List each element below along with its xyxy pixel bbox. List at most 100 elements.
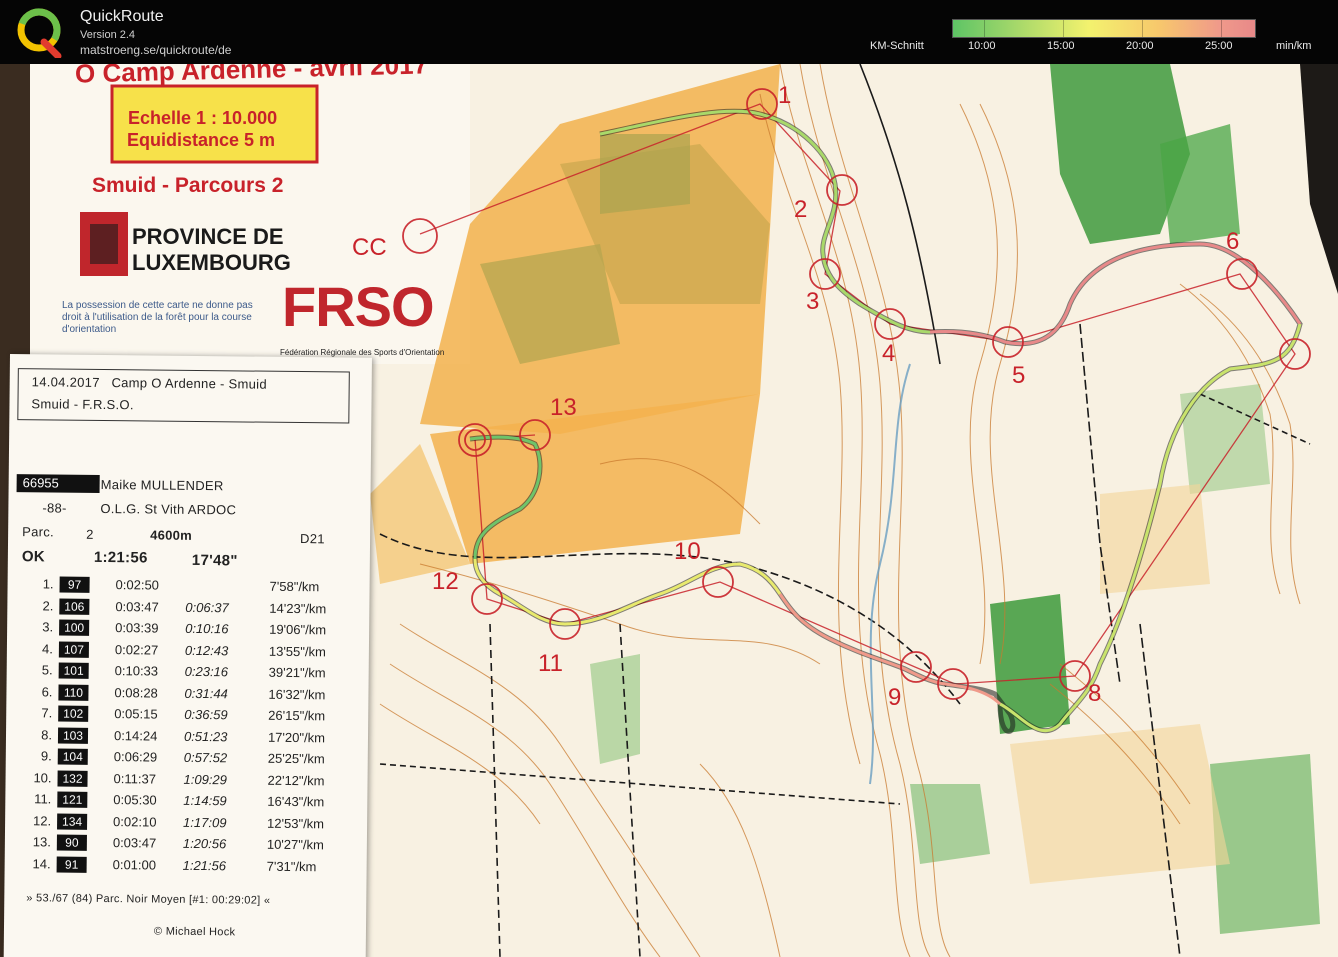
split-cumulative-time: 0:10:16 bbox=[185, 620, 229, 637]
split-cumulative-time: 0:06:37 bbox=[185, 599, 229, 615]
split-cumulative-time: 0:51:23 bbox=[183, 728, 228, 744]
split-leg-time: 0:03:47 bbox=[112, 835, 157, 851]
split-number: 13. bbox=[32, 834, 51, 850]
split-pace: 7'31"/km bbox=[266, 858, 317, 874]
pace-tick-label: 25:00 bbox=[1205, 40, 1233, 52]
split-control-code: 102 bbox=[58, 705, 89, 722]
frso-logo: FRSO bbox=[282, 275, 435, 338]
quickroute-logo-icon bbox=[17, 8, 62, 58]
split-number: 12. bbox=[32, 812, 52, 828]
split-number: 5. bbox=[41, 662, 53, 678]
split-control-code: 100 bbox=[59, 619, 90, 636]
split-control-code: 91 bbox=[56, 856, 87, 873]
pace-unit-label: min/km bbox=[1276, 40, 1312, 52]
control-number-5: 5 bbox=[1012, 362, 1026, 389]
slip-category: D21 bbox=[300, 531, 325, 547]
slip-avg-pace: 17'48" bbox=[191, 551, 238, 570]
control-number-6: 6 bbox=[1226, 228, 1240, 255]
split-pace: 14'23"/km bbox=[269, 600, 327, 616]
control-number-8: 8 bbox=[1088, 680, 1102, 707]
split-row: 12. 134 0:02:10 1:17:09 12'53"/km bbox=[5, 812, 355, 834]
split-cumulative-time: 0:57:52 bbox=[183, 749, 228, 766]
split-leg-time: 0:02:27 bbox=[114, 641, 159, 658]
orienteering-map[interactable]: O Camp Ardenne - avril 2017 Echelle 1 : … bbox=[0, 64, 1338, 957]
split-row: 4. 107 0:02:27 0:12:43 13'55"/km bbox=[7, 640, 357, 662]
split-control-code: 90 bbox=[56, 834, 87, 851]
split-number: 7. bbox=[41, 705, 53, 721]
split-pace: 10'27"/km bbox=[266, 836, 324, 853]
control-number-11: 11 bbox=[538, 650, 563, 677]
split-pace: 17'20"/km bbox=[267, 729, 326, 745]
slip-event-line2: Smuid - F.R.S.O. bbox=[31, 396, 134, 413]
app-version: Version 2.4 bbox=[80, 29, 136, 41]
split-number: 9. bbox=[40, 748, 52, 764]
slip-event-line1: 14.04.2017 Camp O Ardenne - Smuid bbox=[31, 374, 268, 392]
split-pace: 26'15"/km bbox=[268, 707, 326, 724]
split-row: 6. 110 0:08:28 0:31:44 16'32"/km bbox=[6, 683, 356, 705]
split-number: 8. bbox=[41, 726, 53, 742]
split-number: 4. bbox=[41, 640, 53, 656]
split-control-code: 132 bbox=[57, 770, 88, 787]
slip-parc: 2 bbox=[86, 526, 94, 542]
control-number-1: 1 bbox=[778, 82, 792, 109]
split-cumulative-time: 0:12:43 bbox=[184, 642, 229, 658]
split-row: 1. 97 0:02:50 7'58"/km bbox=[7, 576, 357, 598]
split-row: 10. 132 0:11:37 1:09:29 22'12"/km bbox=[5, 769, 355, 791]
split-pace: 19'06"/km bbox=[269, 621, 327, 638]
control-number-9: 9 bbox=[888, 684, 902, 711]
slip-club-code: -88- bbox=[42, 500, 67, 516]
split-leg-time: 0:01:00 bbox=[112, 856, 157, 873]
slip-parc-label: Parc. bbox=[22, 524, 55, 540]
split-control-code: 106 bbox=[59, 598, 90, 615]
split-number: 6. bbox=[41, 683, 53, 699]
split-number: 1. bbox=[42, 576, 54, 592]
control-number-3: 3 bbox=[806, 288, 820, 315]
split-cumulative-time: 1:17:09 bbox=[183, 814, 227, 830]
split-leg-time: 0:14:24 bbox=[113, 727, 158, 744]
split-row: 8. 103 0:14:24 0:51:23 17'20"/km bbox=[6, 726, 356, 748]
split-control-code: 107 bbox=[58, 641, 89, 658]
map-scale: Echelle 1 : 10.000 bbox=[128, 108, 278, 128]
split-leg-time: 0:03:39 bbox=[115, 620, 159, 636]
control-number-2: 2 bbox=[794, 196, 808, 223]
control-number-4: 4 bbox=[882, 340, 896, 367]
split-leg-time: 0:02:10 bbox=[113, 813, 157, 830]
split-control-code: 104 bbox=[57, 748, 88, 765]
split-cumulative-time: 0:31:44 bbox=[184, 685, 228, 701]
split-control-code: 110 bbox=[58, 684, 89, 701]
pace-legend-label: KM-Schnitt bbox=[870, 40, 924, 52]
pace-tick-label: 15:00 bbox=[1047, 40, 1075, 52]
split-number: 10. bbox=[33, 769, 52, 785]
split-cumulative-time: 0:23:16 bbox=[184, 663, 229, 680]
split-leg-time: 0:06:29 bbox=[113, 749, 158, 765]
start-label: CC bbox=[352, 234, 387, 261]
split-cumulative-time: 1:21:56 bbox=[182, 857, 227, 873]
app-url[interactable]: matstroeng.se/quickroute/de bbox=[80, 43, 231, 57]
slip-footer: » 53./67 (84) Parc. Noir Moyen [#1: 00:2… bbox=[26, 892, 271, 907]
split-row: 3. 100 0:03:39 0:10:16 19'06"/km bbox=[7, 619, 357, 641]
split-leg-time: 0:05:15 bbox=[114, 706, 158, 722]
split-cumulative-time: 1:09:29 bbox=[183, 771, 228, 787]
slip-club: O.L.G. St Vith ARDOC bbox=[100, 500, 237, 518]
split-row: 11. 121 0:05:30 1:14:59 16'43"/km bbox=[5, 791, 355, 813]
split-pace: 13'55"/km bbox=[268, 643, 326, 659]
map-equidistance: Equidistance 5 m bbox=[127, 130, 276, 150]
split-row: 14. 91 0:01:00 1:21:56 7'31"/km bbox=[5, 855, 355, 877]
slip-credit: © Michael Hock bbox=[153, 925, 236, 939]
slip-runner-name: Maike MULLENDER bbox=[100, 476, 224, 494]
split-number: 2. bbox=[42, 597, 54, 613]
app-title: QuickRoute bbox=[80, 8, 164, 25]
frso-full-name: Fédération Régionale des Sports d'Orient… bbox=[280, 348, 445, 357]
control-number-13: 13 bbox=[550, 394, 577, 421]
split-row: 2. 106 0:03:47 0:06:37 14'23"/km bbox=[7, 597, 357, 619]
map-usage-note: La possession de cette carte ne donne pa… bbox=[62, 300, 253, 335]
split-row: 7. 102 0:05:15 0:36:59 26'15"/km bbox=[6, 705, 356, 727]
split-pace: 22'12"/km bbox=[267, 772, 325, 788]
split-row: 9. 104 0:06:29 0:57:52 25'25"/km bbox=[6, 748, 356, 770]
split-number: 11. bbox=[34, 791, 52, 807]
course-name: Smuid - Parcours 2 bbox=[92, 174, 284, 197]
split-cumulative-time: 1:14:59 bbox=[183, 792, 227, 809]
split-cumulative-time: 1:20:56 bbox=[182, 835, 227, 852]
split-pace: 39'21"/km bbox=[268, 664, 326, 681]
split-pace: 16'32"/km bbox=[268, 686, 326, 702]
